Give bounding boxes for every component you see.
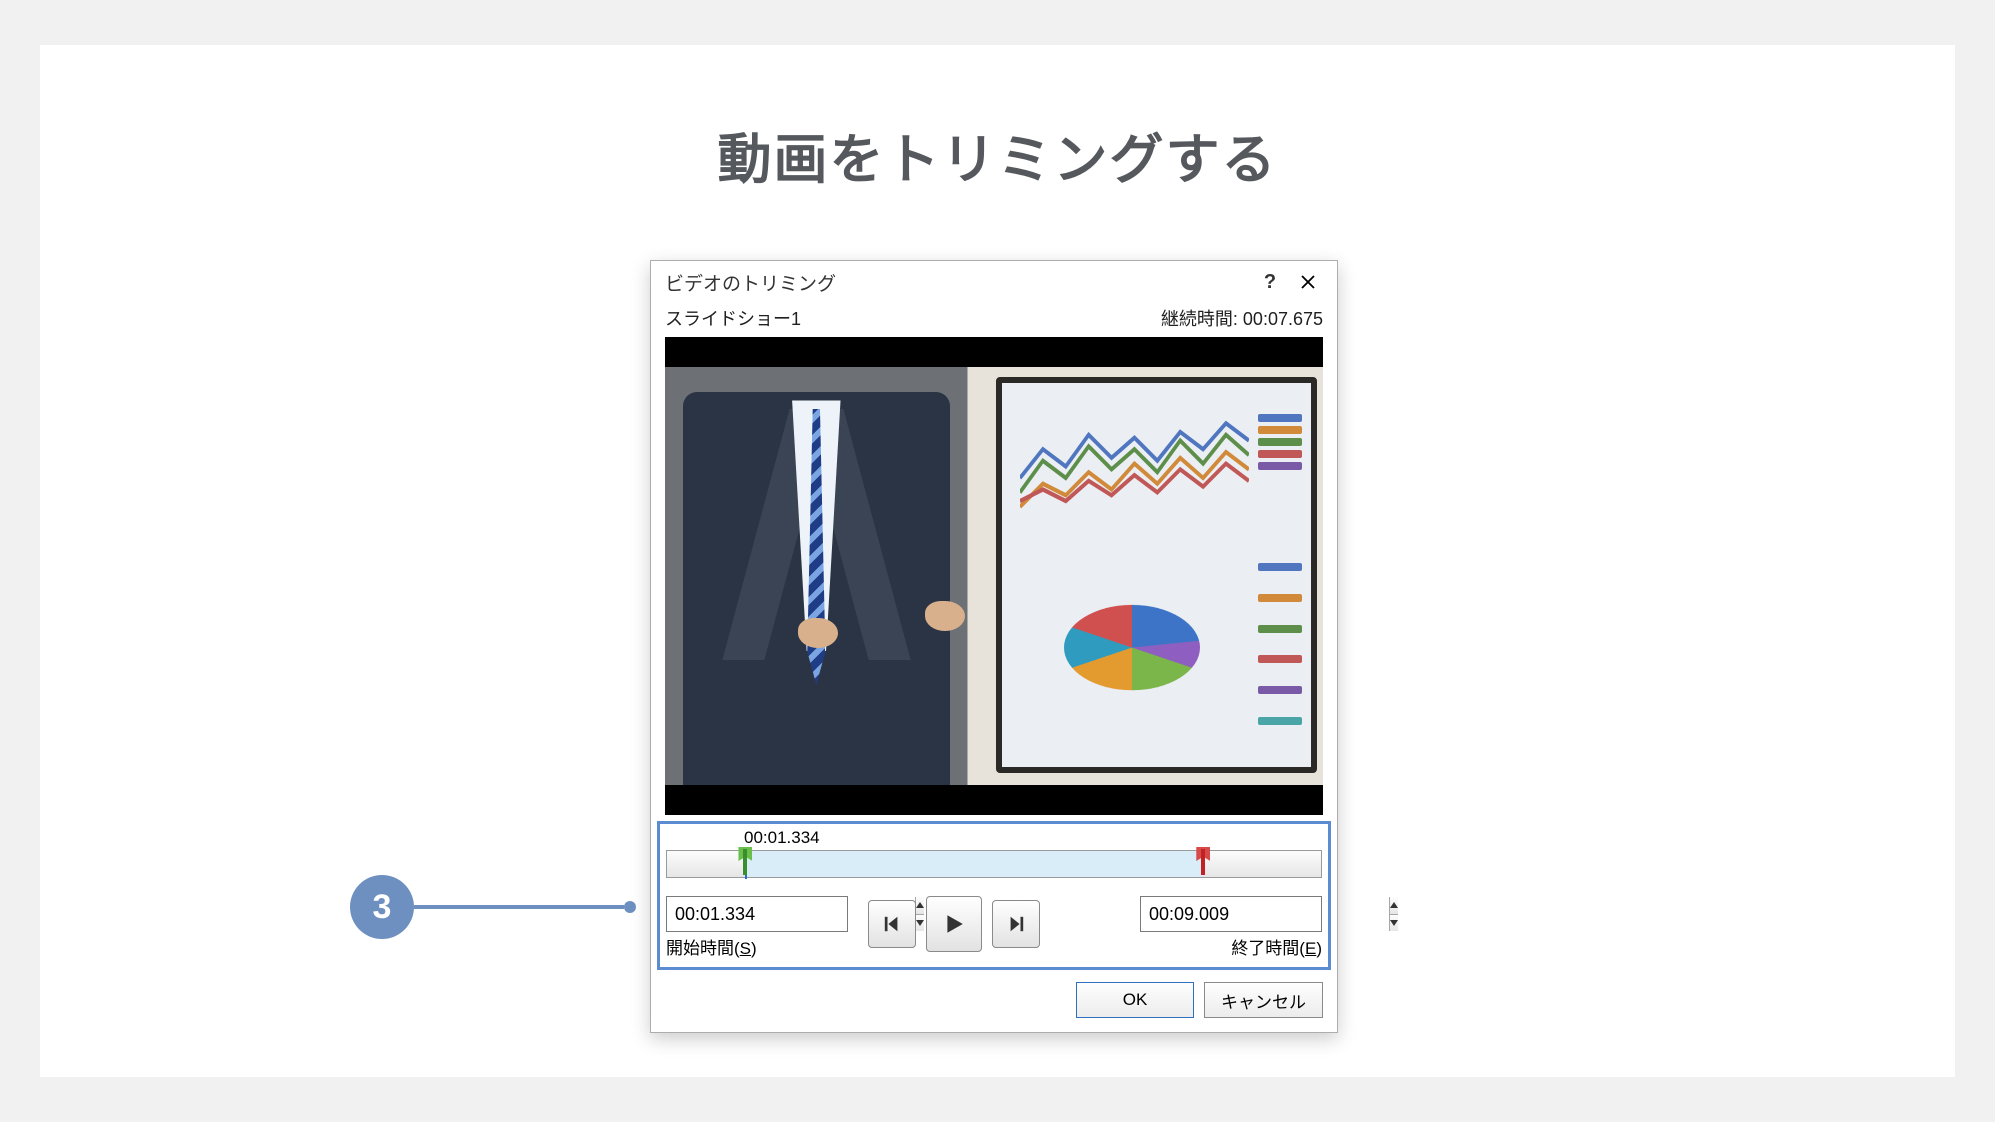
end-time-spinner[interactable] xyxy=(1140,896,1322,932)
play-icon xyxy=(943,913,965,935)
trim-timeline[interactable] xyxy=(666,850,1322,878)
video-still-projector xyxy=(996,377,1317,773)
frame-back-icon xyxy=(883,915,901,933)
dialog-titlebar: ビデオのトリミング ? xyxy=(651,261,1337,301)
trim-end-handle[interactable] xyxy=(1196,847,1210,881)
callout-badge: 3 xyxy=(350,875,414,939)
callout-dot xyxy=(624,901,636,913)
selected-range-bar xyxy=(745,851,1203,877)
cancel-button[interactable]: キャンセル xyxy=(1204,982,1323,1018)
duration-display: 継続時間: 00:07.675 xyxy=(1161,305,1323,331)
help-button[interactable]: ? xyxy=(1251,267,1289,297)
video-preview xyxy=(665,337,1323,815)
callout-3: 3 xyxy=(350,875,636,939)
dialog-title: ビデオのトリミング xyxy=(665,269,836,296)
start-time-spinner[interactable] xyxy=(666,896,848,932)
duration-value: 00:07.675 xyxy=(1243,309,1323,329)
end-time-group: 終了時間(E) xyxy=(1132,896,1322,959)
start-time-label: 開始時間(S) xyxy=(666,934,856,959)
ok-button[interactable]: OK xyxy=(1076,982,1194,1018)
video-still-presenter xyxy=(665,367,968,785)
duration-label: 継続時間: xyxy=(1161,309,1238,329)
dialog-footer: OK キャンセル xyxy=(651,970,1337,1032)
close-button[interactable] xyxy=(1289,267,1327,297)
end-time-step-up[interactable] xyxy=(1390,897,1398,915)
frame-back-button[interactable] xyxy=(868,900,916,948)
page-title: 動画をトリミングする xyxy=(40,115,1955,194)
tutorial-slide: 動画をトリミングする 3 ビデオのトリミング ? スライドショー1 継続時間: … xyxy=(40,45,1955,1077)
playback-controls xyxy=(868,896,1040,952)
trim-video-dialog: ビデオのトリミング ? スライドショー1 継続時間: 00:07.675 xyxy=(650,260,1338,1033)
dialog-info-row: スライドショー1 継続時間: 00:07.675 xyxy=(651,301,1337,337)
end-time-step-down[interactable] xyxy=(1390,915,1398,932)
trim-start-handle[interactable] xyxy=(738,847,752,881)
start-time-group: 開始時間(S) xyxy=(666,896,856,959)
frame-forward-button[interactable] xyxy=(992,900,1040,948)
frame-forward-icon xyxy=(1007,915,1025,933)
playhead-time: 00:01.334 xyxy=(744,828,1322,848)
close-icon xyxy=(1300,274,1316,290)
play-button[interactable] xyxy=(926,896,982,952)
trim-controls-region: 00:01.334 xyxy=(657,821,1331,970)
end-time-label: 終了時間(E) xyxy=(1231,934,1322,959)
end-time-input[interactable] xyxy=(1141,897,1389,931)
callout-line xyxy=(414,905,624,909)
media-name: スライドショー1 xyxy=(665,305,801,331)
